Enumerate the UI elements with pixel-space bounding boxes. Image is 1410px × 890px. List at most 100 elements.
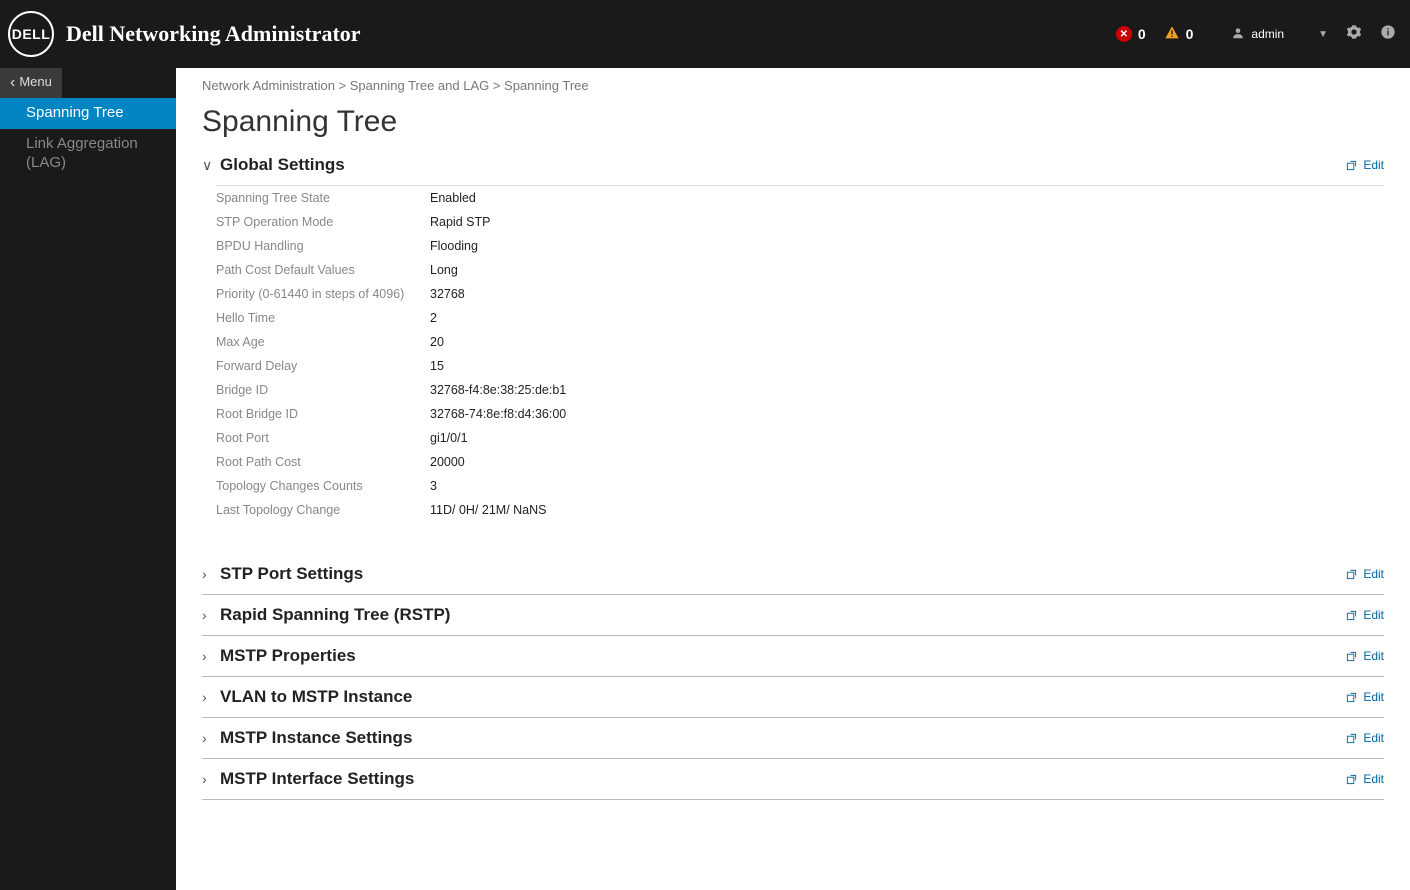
- section-title: MSTP Instance Settings: [220, 728, 412, 748]
- global-settings-table: Spanning Tree StateEnabled STP Operation …: [216, 185, 1384, 522]
- kv-value: Enabled: [430, 191, 476, 205]
- info-button[interactable]: [1380, 24, 1396, 45]
- edit-label: Edit: [1363, 772, 1384, 786]
- kv-row: Max Age20: [216, 330, 1384, 354]
- user-icon: [1231, 26, 1245, 43]
- page-title: Spanning Tree: [202, 105, 1384, 139]
- chevron-right-icon: ›: [202, 607, 214, 623]
- user-label: admin: [1251, 27, 1284, 41]
- chevron-right-icon: ›: [202, 689, 214, 705]
- section-collapsed: › Rapid Spanning Tree (RSTP) Edit: [202, 595, 1384, 636]
- kv-row: Last Topology Change11D/ 0H/ 21M/ NaNS: [216, 498, 1384, 522]
- kv-label: Hello Time: [216, 311, 430, 325]
- edit-label: Edit: [1363, 158, 1384, 172]
- settings-button[interactable]: [1346, 24, 1362, 45]
- edit-link[interactable]: Edit: [1346, 772, 1384, 786]
- kv-label: Last Topology Change: [216, 503, 430, 517]
- edit-link-global[interactable]: Edit: [1346, 158, 1384, 172]
- kv-value: 11D/ 0H/ 21M/ NaNS: [430, 503, 546, 517]
- dell-logo: DELL: [8, 11, 54, 57]
- menu-button[interactable]: Menu: [0, 68, 62, 98]
- popout-icon: [1346, 569, 1357, 580]
- kv-value: 3: [430, 479, 437, 493]
- kv-value: 2: [430, 311, 437, 325]
- kv-row: Root Bridge ID32768-74:8e:f8:d4:36:00: [216, 402, 1384, 426]
- section-toggle[interactable]: ›STP Port Settings: [202, 564, 363, 584]
- popout-icon: [1346, 692, 1357, 703]
- warning-count: 0: [1186, 26, 1194, 42]
- user-menu[interactable]: admin ▼: [1231, 26, 1328, 43]
- section-toggle[interactable]: › Rapid Spanning Tree (RSTP): [202, 605, 450, 625]
- sidebar-item-1[interactable]: Link Aggregation (LAG): [0, 129, 176, 179]
- kv-value: gi1/0/1: [430, 431, 468, 445]
- edit-link[interactable]: Edit: [1346, 649, 1384, 663]
- kv-row: Hello Time2: [216, 306, 1384, 330]
- section-toggle-global[interactable]: ∨ Global Settings: [202, 155, 345, 175]
- section-collapsed: › MSTP Properties Edit: [202, 636, 1384, 677]
- section-collapsed: ›MSTP Instance Settings Edit: [202, 718, 1384, 759]
- kv-row: Forward Delay15: [216, 354, 1384, 378]
- kv-value: Rapid STP: [430, 215, 490, 229]
- section-title: VLAN to MSTP Instance: [220, 687, 412, 707]
- header-right: ✕ 0 0 admin ▼: [1116, 24, 1396, 45]
- section-toggle[interactable]: › MSTP Interface Settings: [202, 769, 414, 789]
- edit-label: Edit: [1363, 608, 1384, 622]
- section-header: › MSTP Properties Edit: [202, 646, 1384, 666]
- edit-link[interactable]: Edit: [1346, 690, 1384, 704]
- kv-value: 20000: [430, 455, 465, 469]
- kv-row: Spanning Tree StateEnabled: [216, 186, 1384, 210]
- kv-value: Flooding: [430, 239, 478, 253]
- edit-label: Edit: [1363, 690, 1384, 704]
- kv-row: Path Cost Default ValuesLong: [216, 258, 1384, 282]
- kv-label: Max Age: [216, 335, 430, 349]
- breadcrumb: Network Administration > Spanning Tree a…: [202, 78, 1384, 93]
- popout-icon: [1346, 774, 1357, 785]
- kv-label: Topology Changes Counts: [216, 479, 430, 493]
- section-toggle[interactable]: › VLAN to MSTP Instance: [202, 687, 412, 707]
- kv-label: Root Bridge ID: [216, 407, 430, 421]
- section-header: ›STP Port Settings Edit: [202, 564, 1384, 584]
- edit-label: Edit: [1363, 649, 1384, 663]
- main-content: Network Administration > Spanning Tree a…: [176, 68, 1410, 890]
- kv-label: Priority (0-61440 in steps of 4096): [216, 287, 430, 301]
- caret-down-icon: ▼: [1318, 29, 1328, 40]
- popout-icon: [1346, 733, 1357, 744]
- kv-label: Forward Delay: [216, 359, 430, 373]
- section-header: › MSTP Interface Settings Edit: [202, 769, 1384, 789]
- section-header: ›MSTP Instance Settings Edit: [202, 728, 1384, 748]
- section-header: › Rapid Spanning Tree (RSTP) Edit: [202, 605, 1384, 625]
- section-collapsed: ›STP Port Settings Edit: [202, 554, 1384, 595]
- chevron-right-icon: ›: [202, 648, 214, 664]
- warning-status[interactable]: 0: [1164, 25, 1194, 44]
- edit-link[interactable]: Edit: [1346, 608, 1384, 622]
- edit-link[interactable]: Edit: [1346, 567, 1384, 581]
- section-header: ∨ Global Settings Edit: [202, 155, 1384, 175]
- sidebar: Menu Spanning TreeLink Aggregation (LAG): [0, 68, 176, 890]
- kv-label: STP Operation Mode: [216, 215, 430, 229]
- kv-value: 15: [430, 359, 444, 373]
- chevron-right-icon: ›: [202, 771, 214, 787]
- kv-label: Root Port: [216, 431, 430, 445]
- chevron-down-icon: ∨: [202, 157, 214, 174]
- edit-label: Edit: [1363, 731, 1384, 745]
- section-collapsed: › VLAN to MSTP Instance Edit: [202, 677, 1384, 718]
- section-title: STP Port Settings: [220, 564, 363, 584]
- error-icon: ✕: [1116, 26, 1132, 42]
- section-title: MSTP Interface Settings: [220, 769, 414, 789]
- error-status[interactable]: ✕ 0: [1116, 26, 1146, 42]
- section-toggle[interactable]: ›MSTP Instance Settings: [202, 728, 412, 748]
- section-collapsed: › MSTP Interface Settings Edit: [202, 759, 1384, 800]
- sidebar-item-0[interactable]: Spanning Tree: [0, 98, 176, 129]
- popout-icon: [1346, 610, 1357, 621]
- section-global-settings: ∨ Global Settings Edit Spanning Tree Sta…: [202, 145, 1384, 532]
- section-toggle[interactable]: › MSTP Properties: [202, 646, 356, 666]
- kv-value: Long: [430, 263, 458, 277]
- section-title: MSTP Properties: [220, 646, 356, 666]
- section-title: Rapid Spanning Tree (RSTP): [220, 605, 450, 625]
- edit-link[interactable]: Edit: [1346, 731, 1384, 745]
- popout-icon: [1346, 160, 1357, 171]
- kv-row: Bridge ID32768-f4:8e:38:25:de:b1: [216, 378, 1384, 402]
- popout-icon: [1346, 651, 1357, 662]
- error-count: 0: [1138, 26, 1146, 42]
- kv-label: Root Path Cost: [216, 455, 430, 469]
